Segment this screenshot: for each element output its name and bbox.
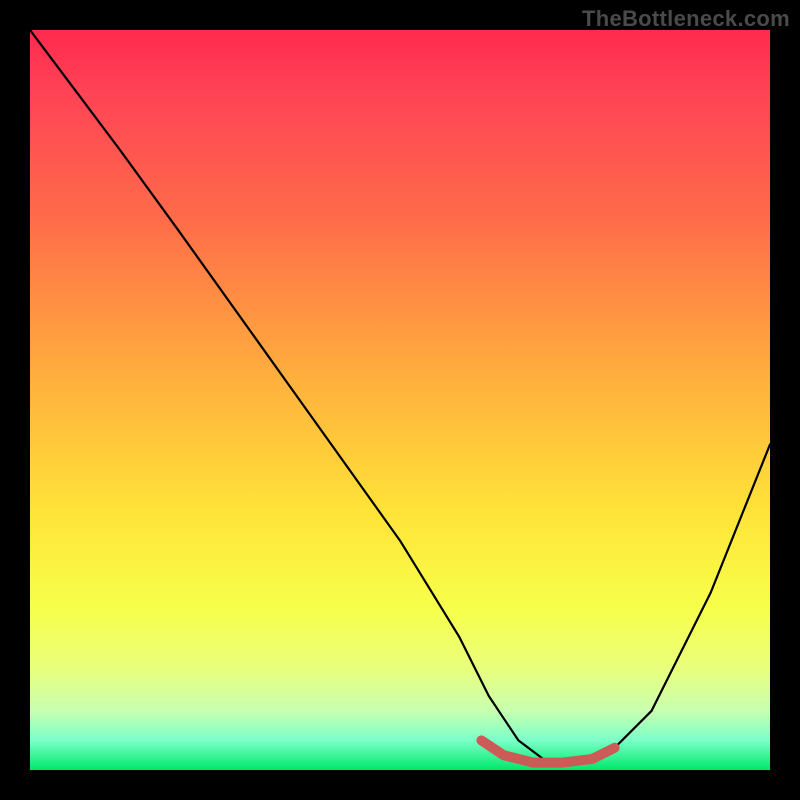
chart-frame — [30, 30, 770, 770]
optimal-range-highlight — [30, 30, 770, 770]
watermark-text: TheBottleneck.com — [582, 6, 790, 32]
